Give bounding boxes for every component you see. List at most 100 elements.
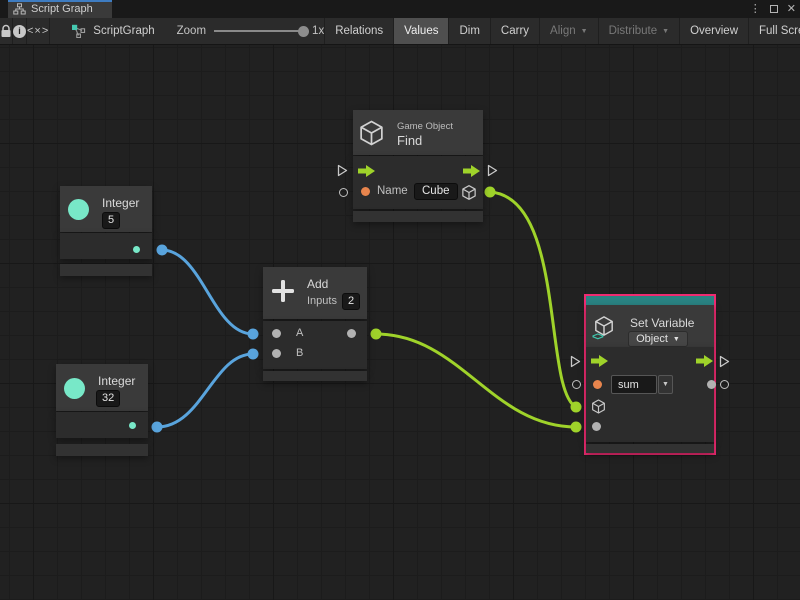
window-menu-icon[interactable]: ⋮ [750,0,761,18]
control-output-arrow-icon[interactable] [696,355,713,367]
full-screen-button[interactable]: Full Screen [749,18,800,44]
variable-kind-dropdown[interactable]: Object ▼ [628,331,688,347]
zoom-slider[interactable] [214,30,304,32]
carry-button[interactable]: Carry [491,18,540,44]
control-input-triangle-icon[interactable] [570,355,581,368]
tab-script-graph[interactable]: Script Graph [8,0,112,18]
chevron-down-icon: ▼ [662,381,669,388]
port-label-a: A [296,327,303,339]
wire-endpoint [248,329,259,340]
info-icon: i [13,25,26,38]
variable-kind-accent-bar [586,296,714,305]
plus-icon [270,278,296,304]
lock-button[interactable] [0,18,13,44]
zoom-label: Zoom [177,25,206,37]
node-integer-1[interactable]: Integer 5 [60,186,152,280]
node-title: Find [397,133,422,148]
sum-output-port[interactable] [347,329,356,338]
chevron-down-icon: ▼ [581,28,588,35]
maximize-icon[interactable] [770,5,778,13]
chevron-down-icon: ▼ [662,28,669,35]
variable-name-dropdown-button[interactable]: ▼ [658,375,673,394]
node-set-variable-selected[interactable]: <> Set Variable Object ▼ [584,294,716,455]
wire-find-to-setvariable-object[interactable] [490,192,576,407]
set-variable-icon: <> [592,316,618,346]
close-icon[interactable]: ✕ [787,0,796,18]
wire-integer5-to-add-a[interactable] [162,250,253,334]
values-button[interactable]: Values [394,18,449,44]
code-icon: <×> [27,25,49,37]
value-input-socket[interactable] [572,380,581,389]
relations-button[interactable]: Relations [325,18,394,44]
node-title: Integer [102,196,139,210]
wire-endpoint [571,422,582,433]
zoom-value: 1x [312,25,324,37]
input-port-b[interactable] [272,349,281,358]
graph-name-label: ScriptGraph [93,25,154,37]
node-integer-2[interactable]: Integer 32 [56,364,148,457]
window-controls: ⋮ ✕ [750,0,796,18]
control-input-arrow-icon[interactable] [358,165,375,177]
node-category: Game Object [397,121,453,132]
dim-button[interactable]: Dim [449,18,490,44]
tab-label: Script Graph [31,3,93,15]
integer-value-field[interactable]: 5 [102,212,120,229]
wire-endpoint [571,402,582,413]
value-output-socket[interactable] [720,380,729,389]
control-input-triangle-icon[interactable] [337,164,348,177]
graph-toolbar: i <×> ScriptGraph Zoom 1x Relations Valu… [0,18,800,45]
integer-type-icon [68,199,89,220]
zoom-control: Zoom 1x [155,18,325,44]
tab-focus-highlight [8,0,112,2]
node-title: Integer [98,374,135,388]
name-value-field[interactable]: Cube [414,183,458,200]
value-output-port[interactable] [707,380,716,389]
node-title: Add [307,277,328,291]
align-button[interactable]: Align▼ [540,18,599,44]
node-gameobject-find[interactable]: Game Object Find Name Cube [353,110,483,222]
variable-name-field[interactable]: sum [611,375,657,394]
hierarchy-icon [13,3,26,15]
control-input-arrow-icon[interactable] [591,355,608,367]
value-input-port[interactable] [592,422,601,431]
title-bar: Script Graph ⋮ ✕ [0,0,800,18]
inputs-count-field[interactable]: 2 [342,293,360,310]
port-label-b: B [296,347,303,359]
value-input-socket[interactable] [339,188,348,197]
input-port-a[interactable] [272,329,281,338]
info-button[interactable]: i [13,18,27,44]
wire-endpoint [152,422,163,433]
graph-breadcrumb[interactable]: ScriptGraph [50,18,154,44]
wire-endpoint [157,245,168,256]
variable-name-port[interactable] [593,380,602,389]
integer-value-field[interactable]: 32 [96,390,120,407]
cube-icon [360,120,383,146]
control-output-arrow-icon[interactable] [463,165,480,177]
inputs-label: Inputs [307,295,337,307]
chevron-down-icon: ▼ [673,336,680,343]
code-view-button[interactable]: <×> [27,18,50,44]
output-port[interactable] [133,246,140,253]
lock-icon [0,24,12,38]
wire-endpoint [371,329,382,340]
graph-canvas[interactable]: Integer 5 Integer 32 [0,45,800,600]
wire-endpoint [248,349,259,360]
zoom-slider-knob[interactable] [298,26,309,37]
wire-endpoint [485,187,496,198]
output-port[interactable] [129,422,136,429]
distribute-button[interactable]: Distribute▼ [599,18,681,44]
name-input-port[interactable] [361,187,370,196]
wire-add-to-setvariable-value[interactable] [376,334,576,427]
control-output-triangle-icon[interactable] [487,164,498,177]
wire-integer32-to-add-b[interactable] [157,354,253,427]
angle-brackets-icon: <> [592,331,603,343]
unity-script-graph-window: Script Graph ⋮ ✕ i <×> [0,0,800,600]
script-graph-icon [71,24,86,38]
node-title: Set Variable [630,316,694,330]
control-output-triangle-icon[interactable] [719,355,730,368]
integer-type-icon [64,378,85,399]
node-add[interactable]: Add Inputs 2 A B [263,267,367,381]
name-label: Name [377,185,408,197]
overview-button[interactable]: Overview [680,18,749,44]
object-input-port-icon[interactable] [592,399,605,414]
